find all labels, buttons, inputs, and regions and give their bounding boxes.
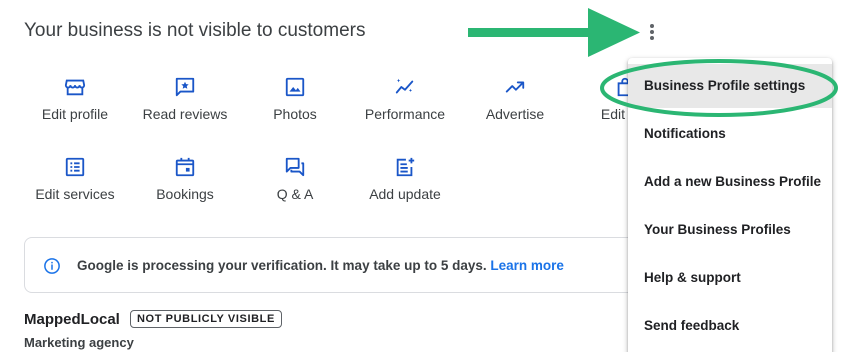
read-reviews-action[interactable]: Read reviews [130,76,240,122]
storefront-icon [64,79,86,96]
advertise-action[interactable]: Advertise [460,76,570,122]
verification-text: Google is processing your verification. … [77,258,487,273]
read-reviews-label: Read reviews [142,106,228,122]
edit-services-action[interactable]: Edit services [20,156,130,202]
info-icon [44,258,60,274]
photos-label: Photos [273,106,317,122]
performance-label: Performance [364,106,446,122]
menu-item-your-business-profiles[interactable]: Your Business Profiles [628,208,832,252]
menu-item-help-support[interactable]: Help & support [628,256,832,300]
advertise-label: Advertise [485,106,545,122]
list-icon [65,157,85,177]
photos-action[interactable]: Photos [240,76,350,122]
learn-more-link[interactable]: Learn more [490,258,564,273]
image-icon [285,77,305,97]
annotation-arrow [468,8,640,57]
edit-profile-label: Edit profile [41,106,109,122]
menu-item-business-profile-settings[interactable]: Business Profile settings [628,64,832,108]
business-category: Marketing agency [24,335,134,350]
bookings-label: Bookings [156,186,214,202]
q-and-a-action[interactable]: Q & A [240,156,350,202]
menu-item-add-business-profile[interactable]: Add a new Business Profile [628,160,832,204]
trending-icon [395,78,414,94]
star-review-icon [175,77,195,97]
verification-message: Google is processing your verification. … [77,258,564,273]
status-badge: NOT PUBLICLY VISIBLE [130,310,282,328]
verification-banner: Google is processing your verification. … [24,237,674,293]
forum-icon [285,157,305,177]
add-update-label: Add update [369,186,441,202]
menu-item-send-feedback[interactable]: Send feedback [628,304,832,348]
bookings-action[interactable]: Bookings [130,156,240,202]
edit-profile-action[interactable]: Edit profile [20,76,130,122]
edit-services-label: Edit services [35,186,115,202]
business-name: MappedLocal [24,311,120,328]
trending-up-icon [505,81,525,93]
q-and-a-label: Q & A [276,186,314,202]
page-title: Your business is not visible to customer… [24,20,366,41]
calendar-icon [175,157,195,177]
more-vert-icon[interactable] [640,20,664,44]
post-add-icon [396,157,415,177]
performance-action[interactable]: Performance [350,76,460,122]
add-update-action[interactable]: Add update [350,156,460,202]
more-options-menu: Business Profile settings Notifications … [628,58,832,352]
menu-item-notifications[interactable]: Notifications [628,112,832,156]
